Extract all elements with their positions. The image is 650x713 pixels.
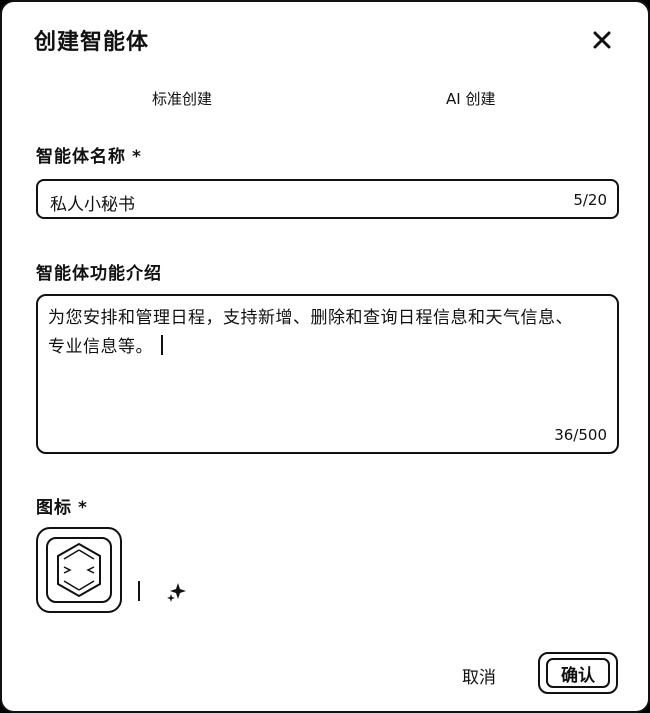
agent-description-text-wrap: 为您安排和管理日程，支持新增、删除和查询日程信息和天气信息、专业信息等。 [48, 304, 588, 362]
agent-name-label-text: 智能体名称 [36, 147, 126, 167]
icon-label: 图标 * [36, 493, 88, 518]
creation-mode-tabs: 标准创建 AI 创建 [2, 88, 648, 112]
agent-name-input[interactable]: 私人小秘书 5/20 [36, 179, 619, 219]
required-mark: * [132, 147, 142, 167]
tab-standard-create[interactable]: 标准创建 [152, 88, 212, 109]
agent-description-textarea[interactable]: 为您安排和管理日程，支持新增、删除和查询日程信息和天气信息、专业信息等。 36/… [36, 294, 619, 454]
cancel-button[interactable]: 取消 [462, 663, 496, 688]
agent-name-label: 智能体名称 * [36, 142, 142, 167]
agent-description-label: 智能体功能介绍 [36, 264, 162, 284]
agent-description-value: 为您安排和管理日程，支持新增、删除和查询日程信息和天气信息、专业信息等。 [48, 308, 573, 357]
close-icon [593, 31, 611, 49]
ai-generate-icon-button[interactable] [166, 580, 188, 602]
text-caret [161, 335, 163, 355]
icon-picker[interactable] [36, 527, 122, 613]
icon-preview [46, 537, 112, 603]
agent-name-counter: 5/20 [573, 191, 607, 209]
required-mark: * [78, 498, 88, 518]
sparkle-icon [167, 583, 186, 602]
create-agent-dialog: 创建智能体 标准创建 AI 创建 智能体名称 * 私人小秘书 5/20 智能体功能… [0, 0, 650, 713]
tab-ai-create[interactable]: AI 创建 [446, 88, 495, 109]
close-button[interactable] [588, 26, 616, 54]
hexagon-avatar-icon [57, 542, 101, 598]
agent-description-counter: 36/500 [554, 426, 607, 444]
agent-name-value: 私人小秘书 [50, 195, 135, 215]
icon-divider [138, 581, 140, 601]
confirm-button-label: 确认 [546, 658, 610, 688]
dialog-title: 创建智能体 [34, 30, 150, 55]
confirm-button[interactable]: 确认 [538, 652, 618, 694]
icon-label-text: 图标 [36, 498, 72, 518]
